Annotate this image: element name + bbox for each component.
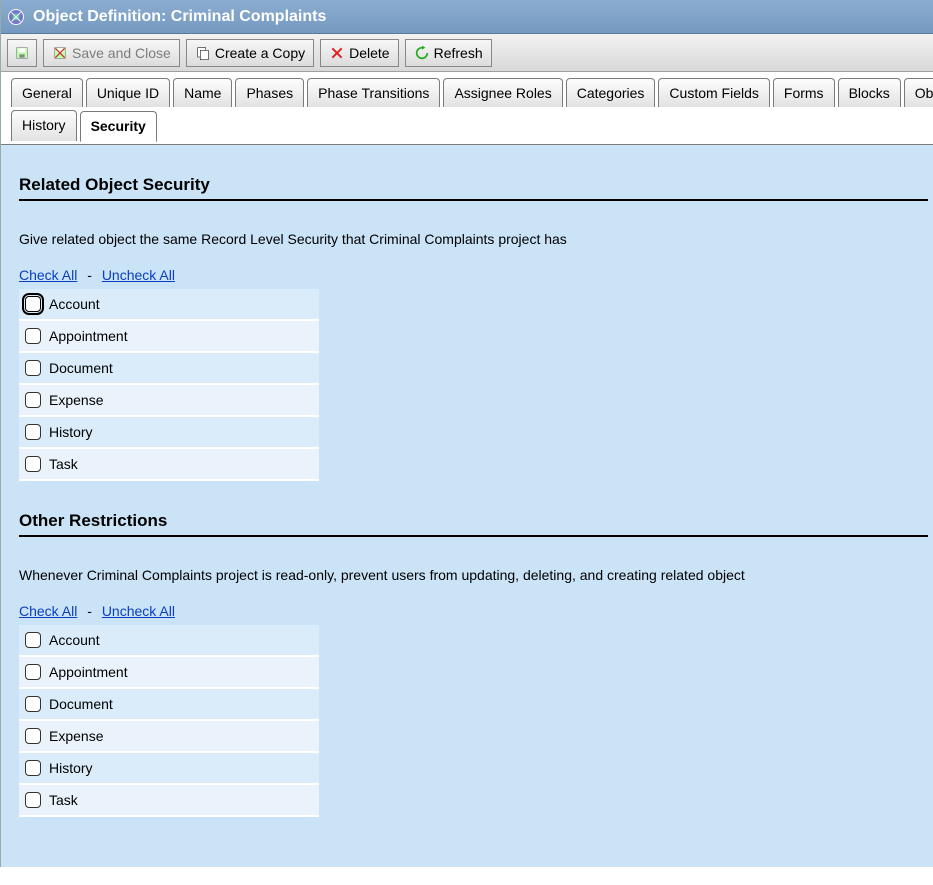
section2-uncheck-all-link[interactable]: Uncheck All [102, 603, 175, 619]
save-and-close-button[interactable]: Save and Close [43, 39, 180, 67]
section2-item-label: History [49, 760, 93, 776]
section2-item-checkbox[interactable] [25, 728, 41, 744]
section1-desc: Give related object the same Record Leve… [19, 231, 928, 247]
section2-check-all-link[interactable]: Check All [19, 603, 77, 619]
toolbar: Save and Close Create a Copy Delete Refr… [1, 34, 933, 72]
section2-list: Account Appointment Document Expense History… [19, 625, 319, 817]
tab-assignee-roles[interactable]: Assignee Roles [443, 78, 562, 107]
title-text: Object Definition: Criminal Complaints [33, 8, 326, 26]
app-icon [7, 8, 25, 26]
tab-row-2: HistorySecurity [11, 110, 923, 141]
section2-item-checkbox[interactable] [25, 792, 41, 808]
tab-object-views[interactable]: Object Views [904, 78, 933, 107]
section2-item-label: Account [49, 632, 100, 648]
list-item: Account [19, 625, 319, 657]
list-item: Document [19, 689, 319, 721]
section1-uncheck-all-link[interactable]: Uncheck All [102, 267, 175, 283]
refresh-label: Refresh [434, 45, 483, 61]
section1-item-checkbox[interactable] [25, 328, 41, 344]
list-item: Expense [19, 385, 319, 417]
section-title-other-restrictions: Other Restrictions [19, 511, 928, 537]
save-and-close-label: Save and Close [72, 45, 171, 61]
tab-unique-id[interactable]: Unique ID [86, 78, 170, 107]
section1-item-checkbox[interactable] [25, 456, 41, 472]
section1-list: Account Appointment Document Expense History… [19, 289, 319, 481]
delete-button[interactable]: Delete [320, 39, 398, 67]
content: Related Object Security Give related obj… [1, 145, 933, 867]
section2-item-label: Expense [49, 728, 103, 744]
section1-item-label: Document [49, 360, 113, 376]
section2-item-label: Task [49, 792, 78, 808]
list-item: History [19, 417, 319, 449]
titlebar: Object Definition: Criminal Complaints [1, 0, 933, 34]
list-item: Appointment [19, 657, 319, 689]
tab-security[interactable]: Security [80, 111, 157, 142]
separator: - [87, 603, 92, 619]
section1-item-checkbox[interactable] [25, 360, 41, 376]
separator: - [87, 267, 92, 283]
tab-phases[interactable]: Phases [235, 78, 304, 107]
section2-item-checkbox[interactable] [25, 696, 41, 712]
section-title-related-object-security: Related Object Security [19, 175, 928, 201]
section1-item-label: History [49, 424, 93, 440]
section1-item-checkbox[interactable] [25, 296, 41, 312]
section1-item-label: Expense [49, 392, 103, 408]
section1-item-label: Task [49, 456, 78, 472]
list-item: Task [19, 449, 319, 481]
list-item: Expense [19, 721, 319, 753]
tab-blocks[interactable]: Blocks [838, 78, 901, 107]
section1-item-label: Appointment [49, 328, 128, 344]
tab-phase-transitions[interactable]: Phase Transitions [307, 78, 440, 107]
list-item: Task [19, 785, 319, 817]
list-item: History [19, 753, 319, 785]
create-copy-button[interactable]: Create a Copy [186, 39, 314, 67]
section2-checklinks: Check All - Uncheck All [19, 603, 928, 619]
tab-history[interactable]: History [11, 110, 77, 141]
section2-item-checkbox[interactable] [25, 664, 41, 680]
delete-label: Delete [349, 45, 389, 61]
tab-custom-fields[interactable]: Custom Fields [658, 78, 769, 107]
tabstrip: GeneralUnique IDNamePhasesPhase Transiti… [1, 72, 933, 145]
save-button[interactable] [7, 39, 37, 67]
section1-item-label: Account [49, 296, 100, 312]
section2-item-label: Document [49, 696, 113, 712]
tab-general[interactable]: General [11, 78, 83, 107]
section2-item-checkbox[interactable] [25, 632, 41, 648]
section2-item-checkbox[interactable] [25, 760, 41, 776]
list-item: Appointment [19, 321, 319, 353]
section1-item-checkbox[interactable] [25, 424, 41, 440]
refresh-button[interactable]: Refresh [405, 39, 492, 67]
section1-check-all-link[interactable]: Check All [19, 267, 77, 283]
tab-forms[interactable]: Forms [773, 78, 835, 107]
tab-row-1: GeneralUnique IDNamePhasesPhase Transiti… [11, 78, 923, 107]
tab-categories[interactable]: Categories [566, 78, 656, 107]
list-item: Account [19, 289, 319, 321]
section1-item-checkbox[interactable] [25, 392, 41, 408]
create-copy-label: Create a Copy [215, 45, 305, 61]
section2-desc: Whenever Criminal Complaints project is … [19, 567, 928, 583]
section1-checklinks: Check All - Uncheck All [19, 267, 928, 283]
section2-item-label: Appointment [49, 664, 128, 680]
list-item: Document [19, 353, 319, 385]
tab-name[interactable]: Name [173, 78, 232, 107]
